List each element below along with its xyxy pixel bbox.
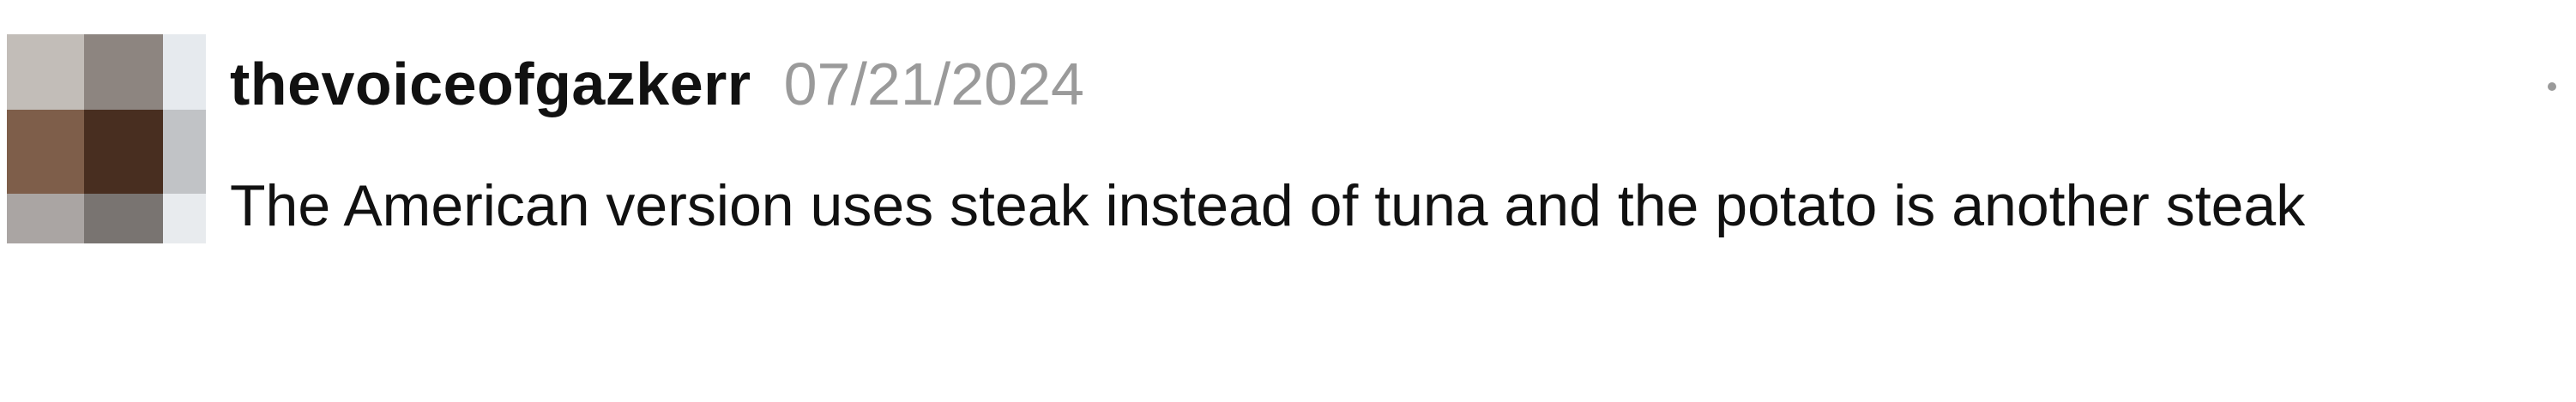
avatar-pixel <box>163 110 206 194</box>
username-link[interactable]: thevoiceofgazkerr <box>230 50 751 118</box>
avatar-pixel <box>7 110 84 194</box>
avatar-pixel <box>84 194 163 243</box>
more-options-icon[interactable] <box>2548 82 2556 91</box>
comment-header: thevoiceofgazkerr 07/21/2024 <box>230 50 1084 129</box>
avatar-pixel <box>84 110 163 194</box>
avatar[interactable] <box>7 34 206 243</box>
comment-text: The American version uses steak instead … <box>230 173 2306 238</box>
comment-date: 07/21/2024 <box>783 51 1084 117</box>
avatar-pixel <box>163 194 206 243</box>
avatar-pixel <box>163 34 206 110</box>
avatar-pixel <box>84 34 163 110</box>
comment: thevoiceofgazkerr 07/21/2024 The America… <box>0 0 2576 402</box>
avatar-pixel <box>7 34 84 110</box>
avatar-pixel <box>7 194 84 243</box>
